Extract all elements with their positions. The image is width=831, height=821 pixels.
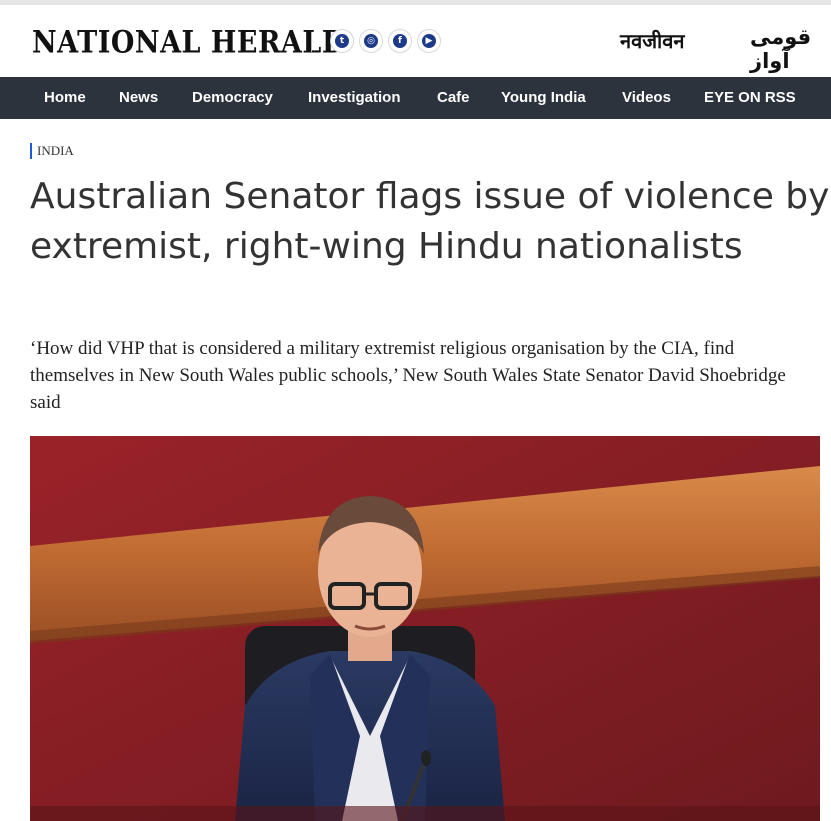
senator-photo-illustration [30, 436, 820, 821]
article-hero-image [30, 436, 820, 821]
section-label[interactable]: INDIA [30, 143, 74, 159]
nav-item-investigation[interactable]: Investigation [308, 77, 401, 119]
nav-item-home[interactable]: Home [44, 77, 86, 119]
youtube-glyph: ▶ [422, 34, 436, 48]
instagram-glyph: ◎ [364, 34, 378, 48]
qaumi-awaz-logo-link[interactable]: قومی آواز [750, 25, 831, 73]
main-nav: Home News Democracy Investigation Cafe Y… [0, 77, 831, 119]
facebook-icon[interactable]: f [388, 29, 412, 53]
nav-item-cafe[interactable]: Cafe [437, 77, 470, 119]
article-headline: Australian Senator flags issue of violen… [30, 176, 830, 267]
youtube-icon[interactable]: ▶ [417, 29, 441, 53]
nav-item-democracy[interactable]: Democracy [192, 77, 273, 119]
nav-item-news[interactable]: News [119, 77, 158, 119]
twitter-icon[interactable]: t [330, 29, 354, 53]
nav-item-eye-on-rss[interactable]: EYE ON RSS [704, 77, 796, 119]
article-summary: ‘How did VHP that is considered a milita… [30, 338, 786, 413]
nav-item-videos[interactable]: Videos [622, 77, 671, 119]
facebook-glyph: f [393, 34, 407, 48]
twitter-glyph: t [335, 34, 349, 48]
site-header: NATIONAL HERALD t ◎ f ▶ नवजीवन قومی آواز [0, 5, 831, 77]
site-logo[interactable]: NATIONAL HERALD [32, 25, 346, 61]
instagram-icon[interactable]: ◎ [359, 29, 383, 53]
navjivan-logo-link[interactable]: नवजीवन [620, 27, 684, 54]
nav-item-young-india[interactable]: Young India [501, 77, 586, 119]
logo-divider [311, 32, 312, 52]
